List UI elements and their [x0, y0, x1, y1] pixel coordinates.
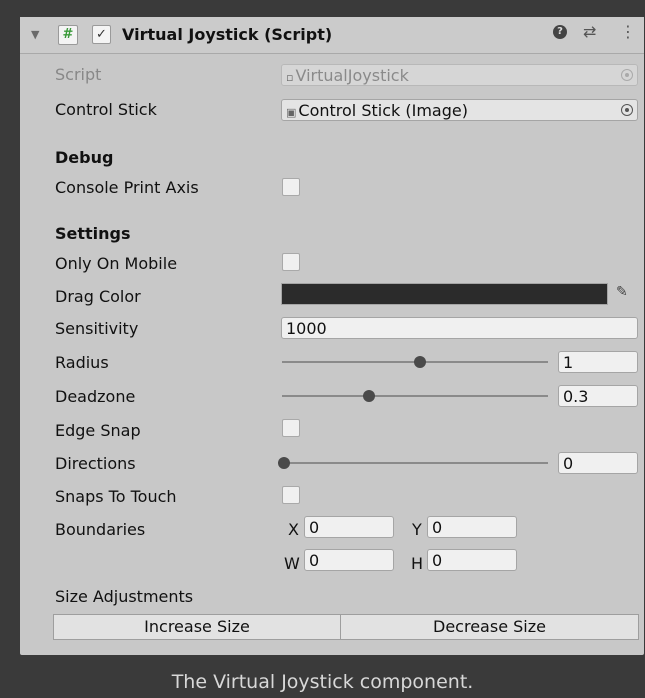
debug-heading: Debug: [55, 148, 114, 167]
context-menu-icon[interactable]: ⋮: [620, 22, 636, 41]
foldout-arrow-icon[interactable]: ▼: [31, 28, 39, 41]
edge-snap-checkbox[interactable]: [282, 419, 300, 437]
console-print-axis-label: Console Print Axis: [55, 178, 199, 197]
directions-slider-thumb[interactable]: [278, 457, 290, 469]
only-on-mobile-label: Only On Mobile: [55, 254, 178, 273]
directions-slider-track[interactable]: [282, 462, 548, 464]
sensitivity-input[interactable]: 1000: [281, 317, 638, 339]
radius-slider-thumb[interactable]: [413, 356, 426, 368]
directions-label: Directions: [55, 454, 136, 473]
deadzone-slider-track[interactable]: [282, 395, 548, 397]
drag-color-label: Drag Color: [55, 287, 141, 306]
boundary-w-label: W: [284, 554, 300, 573]
component-enable-checkbox[interactable]: ✓: [92, 25, 111, 44]
object-picker-icon: [621, 69, 633, 81]
control-stick-field[interactable]: ▣ Control Stick (Image): [281, 99, 638, 121]
console-print-axis-checkbox[interactable]: [282, 178, 300, 196]
only-on-mobile-checkbox[interactable]: [282, 253, 300, 271]
boundary-h-label: H: [411, 554, 424, 573]
script-label: Script: [55, 65, 102, 84]
boundary-h-input[interactable]: 0: [427, 549, 517, 571]
script-file-icon: ▫: [286, 71, 294, 84]
boundary-x-label: X: [288, 520, 299, 539]
presets-icon[interactable]: ⇄: [583, 22, 596, 41]
deadzone-slider-thumb[interactable]: [363, 390, 376, 402]
component-title: Virtual Joystick (Script): [122, 25, 333, 44]
help-icon[interactable]: ?: [553, 25, 567, 39]
boundary-y-label: Y: [412, 520, 422, 539]
radius-input[interactable]: 1: [558, 351, 638, 373]
control-stick-value: Control Stick (Image): [298, 101, 468, 120]
snaps-to-touch-label: Snaps To Touch: [55, 487, 177, 506]
script-value: VirtualJoystick: [295, 66, 409, 85]
drag-color-field[interactable]: [281, 283, 608, 305]
component-header[interactable]: ▼ # ✓ Virtual Joystick (Script) ? ⇄ ⋮: [20, 17, 644, 54]
snaps-to-touch-checkbox[interactable]: [282, 486, 300, 504]
edge-snap-label: Edge Snap: [55, 421, 141, 440]
size-adjustments-label: Size Adjustments: [55, 587, 194, 606]
figure-caption: The Virtual Joystick component.: [171, 671, 474, 693]
decrease-size-button[interactable]: Decrease Size: [340, 614, 639, 640]
inspector-panel: ▼ # ✓ Virtual Joystick (Script) ? ⇄ ⋮ Sc…: [20, 17, 644, 655]
boundary-x-input[interactable]: 0: [304, 516, 394, 538]
directions-input[interactable]: 0: [558, 452, 638, 474]
increase-size-button[interactable]: Increase Size: [53, 614, 341, 640]
script-icon: #: [58, 25, 78, 45]
image-icon: ▣: [286, 106, 297, 119]
settings-heading: Settings: [55, 224, 131, 243]
boundary-y-input[interactable]: 0: [427, 516, 517, 538]
deadzone-input[interactable]: 0.3: [558, 385, 638, 407]
object-picker-icon[interactable]: [621, 104, 633, 116]
sensitivity-label: Sensitivity: [55, 319, 139, 338]
boundary-w-input[interactable]: 0: [304, 549, 394, 571]
radius-label: Radius: [55, 353, 109, 372]
control-stick-label: Control Stick: [55, 100, 157, 119]
boundaries-label: Boundaries: [55, 520, 146, 539]
eyedropper-icon[interactable]: ✎: [616, 284, 628, 300]
deadzone-label: Deadzone: [55, 387, 136, 406]
script-field: ▫ VirtualJoystick: [281, 64, 638, 86]
